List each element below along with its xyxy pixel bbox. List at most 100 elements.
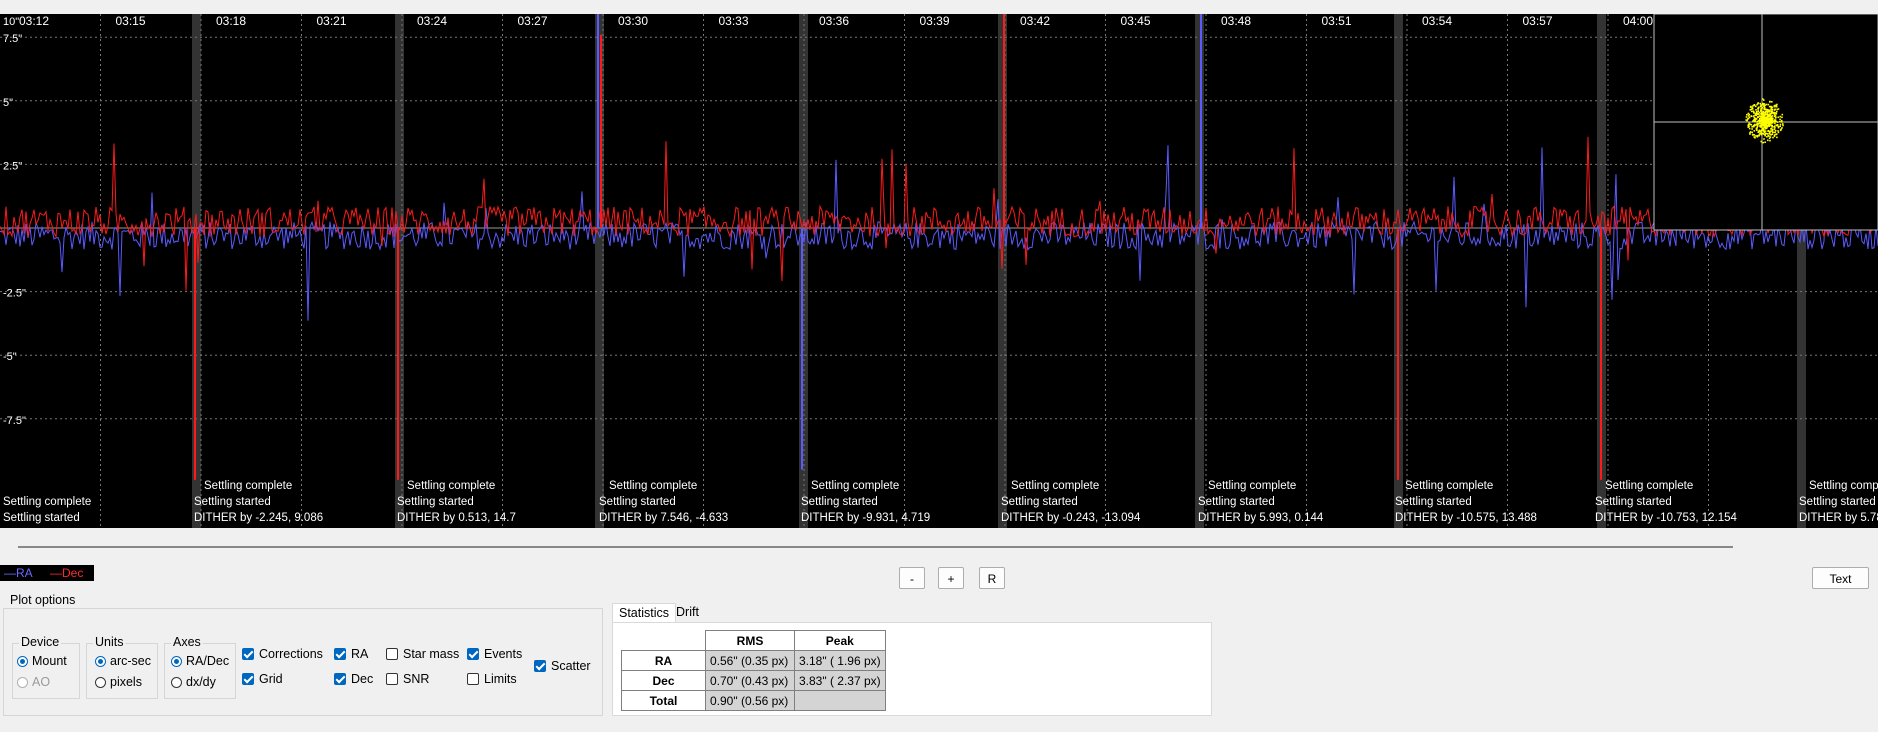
checkbox-checked-icon [242,648,254,660]
device-mount-radio[interactable]: Mount [17,653,67,669]
snr-checkbox[interactable]: SNR [386,671,429,687]
corrections-checkbox[interactable]: Corrections [242,646,323,662]
units-pixels-radio[interactable]: pixels [95,674,142,690]
scatter-point [1748,122,1750,125]
scatter-point [1771,108,1774,111]
rms-header: RMS [705,630,795,651]
scatter-point [1774,105,1776,108]
scatter-point [1776,108,1778,111]
event-label-settling-started: Settling started [1395,496,1472,508]
grid-checkbox[interactable]: Grid [242,671,283,687]
tab-statistics[interactable]: Statistics [612,603,677,624]
scatter-point [1758,113,1760,116]
scatter-point [1757,131,1760,134]
scatter-point [1774,114,1777,117]
scatter-point [1760,108,1762,110]
scatter-point [1769,139,1771,142]
scatter-point [1774,129,1777,132]
scatter-point [1772,136,1774,139]
scatter-point [1769,101,1771,103]
scatter-point [1745,116,1748,118]
event-label-dither: DITHER by 5.993, 0.144 [1198,512,1324,524]
scatter-label: Scatter [551,659,591,673]
scatter-point [1759,102,1761,105]
scatter-point [1760,140,1762,143]
scatter-point [1774,108,1776,111]
scatter-point [1756,122,1758,125]
scatter-point [1777,131,1780,134]
dec-label: Dec [351,672,374,686]
reset-zoom-button[interactable]: R [979,567,1005,589]
y-tick-label: 7.5" [3,33,22,45]
units-arcsec-label: arc-sec [110,654,151,668]
limits-checkbox[interactable]: Limits [467,671,517,687]
scatter-point [1751,106,1754,109]
scatter-point [1753,134,1756,136]
event-label-dither: DITHER by 0.513, 14.7 [397,512,516,524]
time-tick-label: 03:33 [719,14,749,28]
scatter-point [1755,109,1757,111]
guide-graph-canvas[interactable]: 03:12 03:15 03:18 03:21 03:24 03:27 03:30 03:33… [0,14,1878,528]
scatter-point [1755,105,1757,108]
events-checkbox[interactable]: Events [467,646,522,662]
device-ao-label: AO [32,675,51,689]
event-label-settling-started: Settling started [801,496,878,508]
scatter-point [1774,131,1776,134]
dec-checkbox[interactable]: Dec [334,671,373,687]
scatter-point [1779,115,1781,118]
ra-peak-value: 3.18" ( 1.96 px) [794,650,886,671]
device-group-title: Device [19,635,62,649]
star-mass-checkbox[interactable]: Star mass [386,646,459,662]
ra-rms-value: 0.56" (0.35 px) [705,650,795,671]
scatter-point [1771,106,1774,109]
scatter-point [1775,116,1777,119]
tab-drift[interactable]: Drift [670,603,705,621]
axes-dxdy-radio[interactable]: dx/dy [171,674,216,690]
scatter-checkbox[interactable]: Scatter [534,658,591,674]
row-label-dec: Dec [621,670,706,691]
checkbox-empty-icon [386,673,398,685]
time-tick-label: 03:30 [618,14,648,28]
device-ao-radio: AO [17,674,50,690]
scatter-point [1764,122,1767,124]
scatter-point [1775,120,1777,123]
scatter-point [1763,131,1766,134]
y-tick-label: -7.5" [3,415,26,427]
time-tick-label: 03:21 [317,14,347,28]
event-label-settling-complete: Settling complete [609,480,697,492]
scatter-point [1753,115,1755,117]
scatter-point [1761,107,1764,109]
scatter-point [1758,119,1761,122]
scatter-point [1764,107,1766,109]
units-arcsec-radio[interactable]: arc-sec [95,653,151,669]
units-group: Units arc-sec pixels [86,635,158,699]
scatter-point [1755,127,1758,129]
scatter-point [1767,113,1769,116]
settling-band [395,14,404,528]
axes-group: Axes RA/Dec dx/dy [164,635,236,699]
ra-checkbox[interactable]: RA [334,646,368,662]
peak-header: Peak [794,630,886,651]
scatter-point [1768,115,1771,118]
scatter-point [1753,118,1756,121]
scatter-point [1764,134,1766,136]
checkbox-checked-icon [467,648,479,660]
scatter-point [1768,117,1771,120]
checkbox-checked-icon [334,673,346,685]
text-button[interactable]: Text [1812,567,1869,589]
time-tick-label: 03:48 [1221,14,1251,28]
scatter-point [1781,116,1783,119]
scatter-point [1755,135,1757,137]
zoom-out-button[interactable]: - [899,567,925,589]
zoom-in-button[interactable]: + [938,567,964,589]
scatter-point [1775,133,1778,135]
scatter-point [1753,130,1756,132]
table-row: Dec 0.70" (0.43 px) 3.83" ( 2.37 px) [621,670,886,691]
total-rms-value: 0.90" (0.56 px) [705,690,795,711]
scatter-point [1776,110,1778,113]
scatter-point [1765,111,1767,113]
table-row: RA 0.56" (0.35 px) 3.18" ( 1.96 px) [621,650,886,671]
axes-radec-radio[interactable]: RA/Dec [171,653,229,669]
table-corner [622,631,706,651]
guide-graph[interactable]: 03:12 03:15 03:18 03:21 03:24 03:27 03:30 03:33… [0,14,1878,528]
